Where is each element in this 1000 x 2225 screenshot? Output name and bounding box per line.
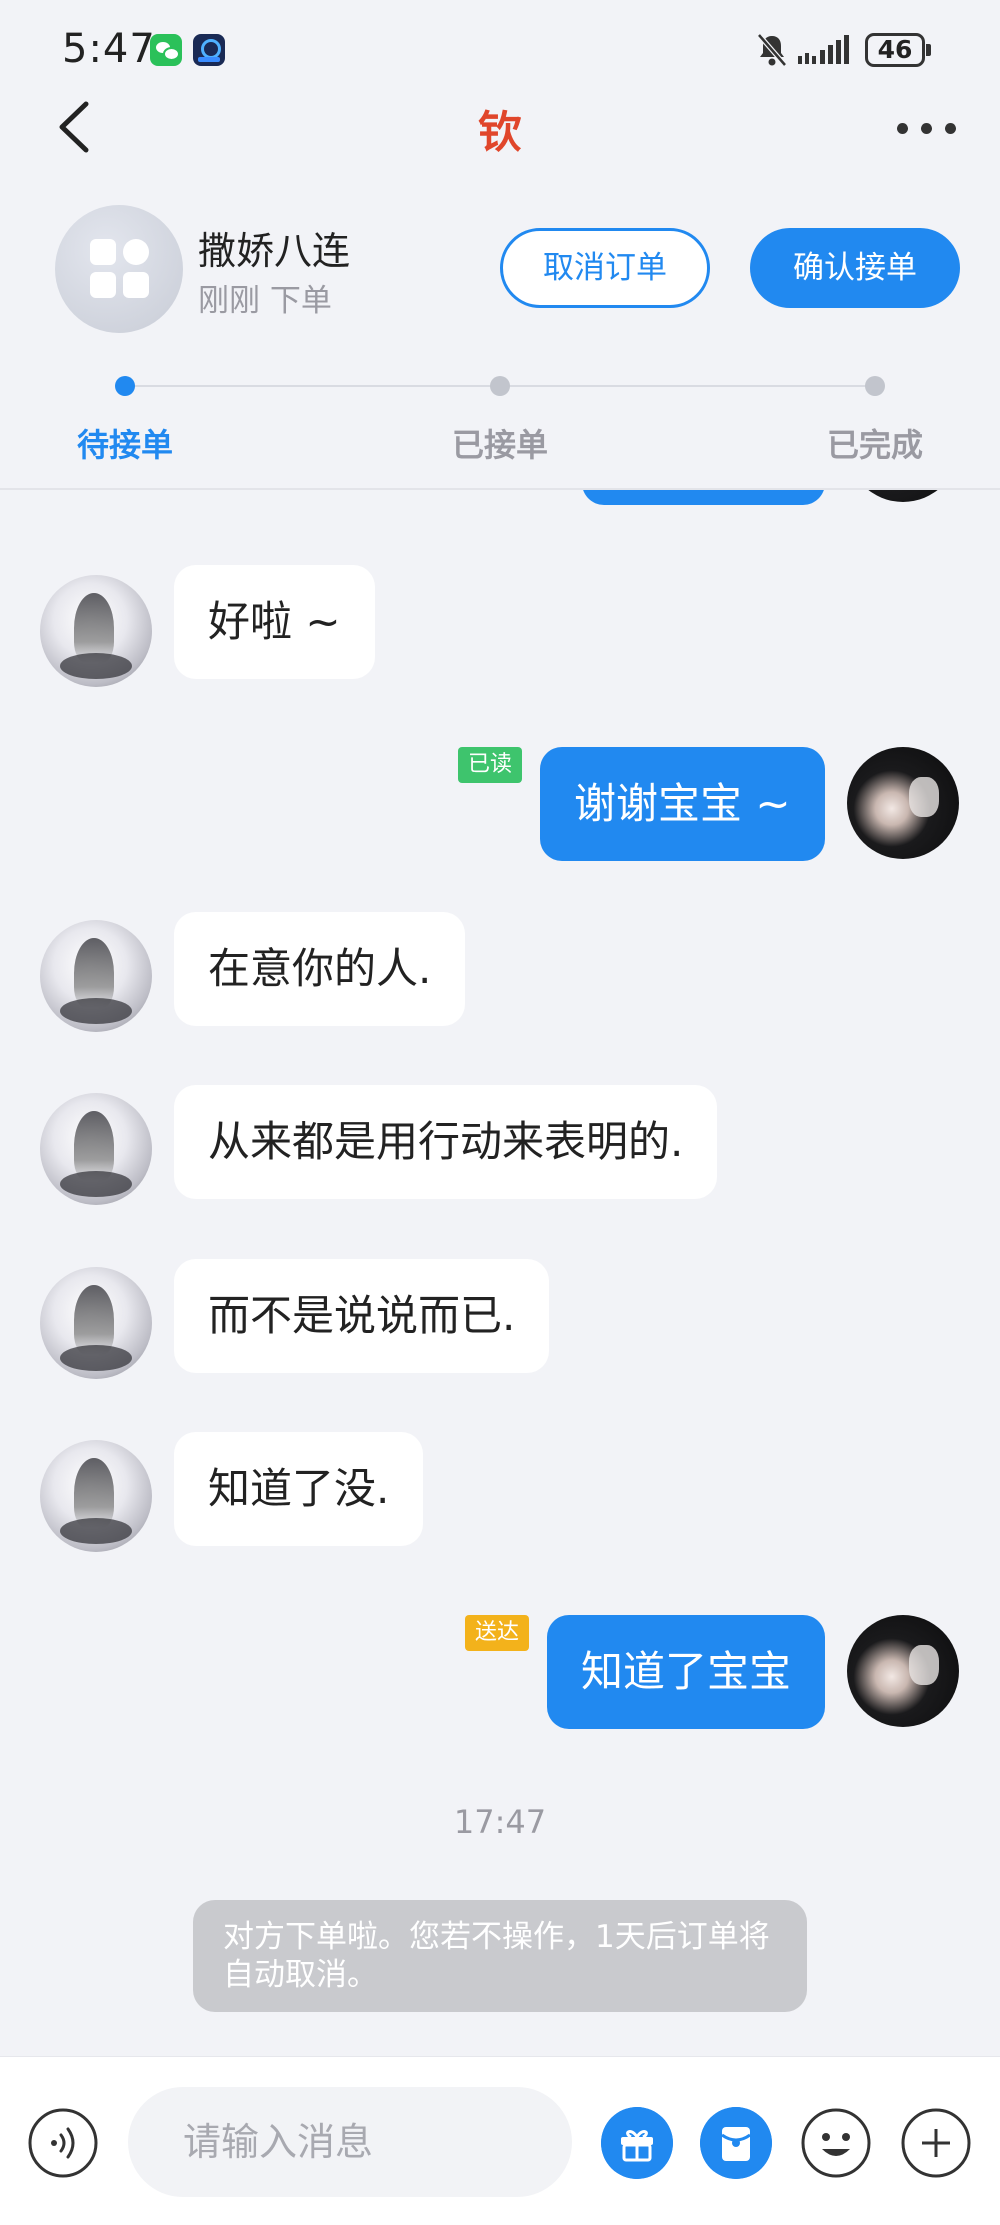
progress-step-accepted: 已接单 xyxy=(451,426,548,464)
message-bubble[interactable]: 知道了没. xyxy=(174,1432,424,1546)
message-bubble[interactable]: 从来都是用行动来表明的. xyxy=(174,1085,718,1199)
battery-level: 46 xyxy=(877,35,913,64)
system-notice: 对方下单啦。您若不操作，1天后订单将自动取消。 xyxy=(193,1900,807,2012)
message-bubble[interactable]: 好啦 ~ xyxy=(174,565,375,679)
message-input[interactable] xyxy=(128,2087,572,2197)
voice-input-icon[interactable] xyxy=(27,2107,99,2179)
gift-icon[interactable] xyxy=(601,2107,673,2179)
app-notification-icon xyxy=(193,34,225,66)
contact-avatar[interactable] xyxy=(40,1267,152,1379)
status-time: 5:47 xyxy=(62,26,156,72)
message-bubble[interactable]: 谢谢宝宝 ~ xyxy=(540,747,825,861)
message-timestamp: 17:47 xyxy=(453,1803,547,1841)
progress-step-completed: 已完成 xyxy=(826,426,923,464)
my-avatar[interactable] xyxy=(847,747,959,859)
message-bubble[interactable]: 在意你的人. xyxy=(174,912,466,1026)
contact-avatar[interactable] xyxy=(40,1093,152,1205)
wechat-icon xyxy=(150,34,182,66)
message-bubble[interactable]: 而不是说说而已. xyxy=(174,1259,550,1373)
confirm-order-button[interactable]: 确认接单 xyxy=(750,228,960,308)
back-arrow-icon[interactable] xyxy=(52,98,100,156)
progress-step-dot-accepted xyxy=(490,376,510,396)
read-status-badge: 已读 xyxy=(458,747,523,783)
bell-muted-icon xyxy=(757,33,787,67)
emoji-icon[interactable] xyxy=(800,2107,872,2179)
more-icon[interactable] xyxy=(895,110,959,144)
plus-icon[interactable] xyxy=(900,2107,972,2179)
signal-icon xyxy=(798,35,849,64)
order-service-avatar xyxy=(55,205,183,333)
my-avatar[interactable] xyxy=(847,490,959,502)
contact-avatar[interactable] xyxy=(40,1440,152,1552)
status-bar: 5:47 46 xyxy=(0,0,1000,100)
my-avatar[interactable] xyxy=(847,1615,959,1727)
red-packet-icon[interactable] xyxy=(700,2107,772,2179)
cancel-order-button[interactable]: 取消订单 xyxy=(500,228,710,308)
progress-step-pending: 待接单 xyxy=(76,426,173,464)
battery-icon: 46 xyxy=(865,33,931,67)
progress-step-dot-completed xyxy=(865,376,885,396)
contact-avatar[interactable] xyxy=(40,575,152,687)
order-title: 撒娇八连 xyxy=(198,229,351,273)
contact-avatar[interactable] xyxy=(40,920,152,1032)
progress-step-dot-pending xyxy=(115,376,135,396)
message-input-bar xyxy=(0,2056,1000,2225)
delivered-status-badge: 送达 xyxy=(465,1615,530,1651)
chat-message-list[interactable]: 好啦 ~ 已读 谢谢宝宝 ~ 在意你的人. 从来都是用行动来表明的. 而不是说说… xyxy=(0,490,1000,2056)
grid-apps-icon xyxy=(90,239,150,299)
order-subtitle: 刚刚 下单 xyxy=(198,283,332,319)
message-bubble[interactable]: 知道了宝宝 xyxy=(547,1615,826,1729)
chat-title: 钦 xyxy=(478,107,522,158)
message-bubble-partial[interactable] xyxy=(582,490,825,505)
